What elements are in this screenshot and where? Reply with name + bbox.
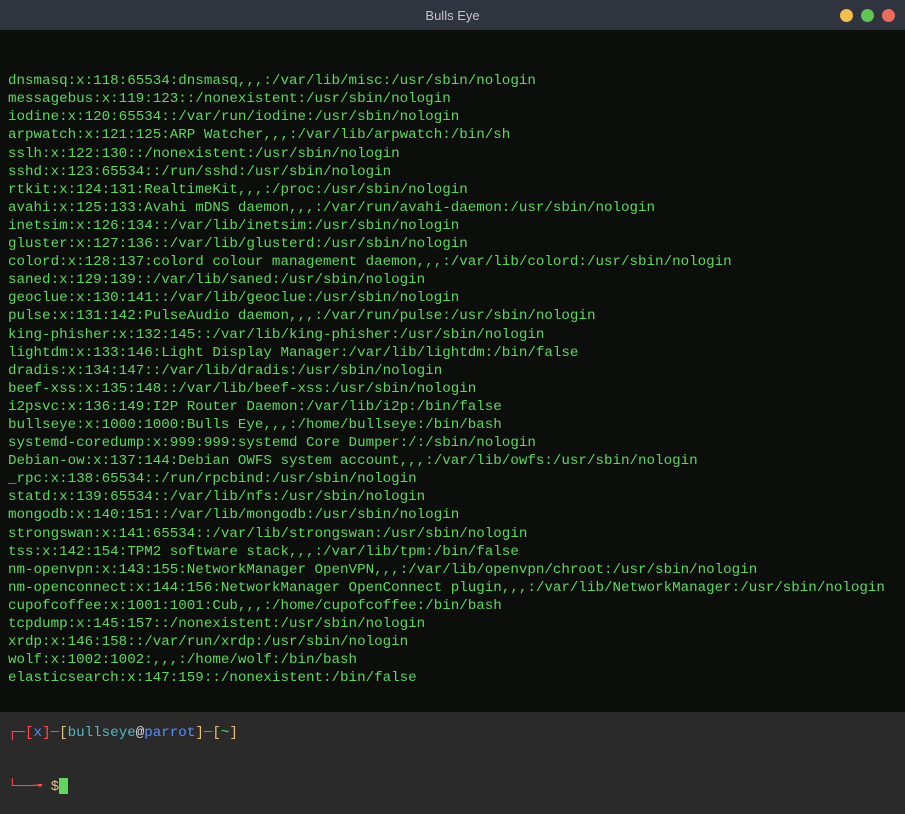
output-line: nm-openvpn:x:143:155:NetworkManager Open… [8,561,897,579]
output-line: colord:x:128:137:colord colour managemen… [8,253,897,271]
output-line: inetsim:x:126:134::/var/lib/inetsim:/usr… [8,217,897,235]
output-line: _rpc:x:138:65534::/run/rpcbind:/usr/sbin… [8,470,897,488]
output-line: lightdm:x:133:146:Light Display Manager:… [8,344,897,362]
output-line: beef-xss:x:135:148::/var/lib/beef-xss:/u… [8,380,897,398]
output-line: xrdp:x:146:158::/var/run/xrdp:/usr/sbin/… [8,633,897,651]
output-line: messagebus:x:119:123::/nonexistent:/usr/… [8,90,897,108]
output-line: king-phisher:x:132:145::/var/lib/king-ph… [8,326,897,344]
cursor [59,778,68,794]
minimize-button[interactable] [840,9,853,22]
terminal-body[interactable]: dnsmasq:x:118:65534:dnsmasq,,,:/var/lib/… [0,30,905,712]
output-line: gluster:x:127:136::/var/lib/glusterd:/us… [8,235,897,253]
terminal-output: dnsmasq:x:118:65534:dnsmasq,,,:/var/lib/… [8,72,897,687]
output-line: sslh:x:122:130::/nonexistent:/usr/sbin/n… [8,145,897,163]
titlebar: Bulls Eye [0,0,905,30]
output-line: saned:x:129:139::/var/lib/saned:/usr/sbi… [8,271,897,289]
output-line: bullseye:x:1000:1000:Bulls Eye,,,:/home/… [8,416,897,434]
prompt-line-1: ┌─[x]─[bullseye@parrot]─[~] [8,724,897,742]
output-line: systemd-coredump:x:999:999:systemd Core … [8,434,897,452]
output-line: pulse:x:131:142:PulseAudio daemon,,,:/va… [8,307,897,325]
close-button[interactable] [882,9,895,22]
output-line: nm-openconnect:x:144:156:NetworkManager … [8,579,897,597]
output-line: rtkit:x:124:131:RealtimeKit,,,:/proc:/us… [8,181,897,199]
output-line: sshd:x:123:65534::/run/sshd:/usr/sbin/no… [8,163,897,181]
output-line: mongodb:x:140:151::/var/lib/mongodb:/usr… [8,506,897,524]
output-line: dradis:x:134:147::/var/lib/dradis:/usr/s… [8,362,897,380]
window-controls [840,9,895,22]
output-line: tcpdump:x:145:157::/nonexistent:/usr/sbi… [8,615,897,633]
output-line: arpwatch:x:121:125:ARP Watcher,,,:/var/l… [8,126,897,144]
output-line: geoclue:x:130:141::/var/lib/geoclue:/usr… [8,289,897,307]
output-line: statd:x:139:65534::/var/lib/nfs:/usr/sbi… [8,488,897,506]
output-line: wolf:x:1002:1002:,,,:/home/wolf:/bin/bas… [8,651,897,669]
prompt-line-2: └──╼ $ [8,778,897,796]
output-line: avahi:x:125:133:Avahi mDNS daemon,,,:/va… [8,199,897,217]
output-line: cupofcoffee:x:1001:1001:Cub,,,:/home/cup… [8,597,897,615]
output-line: dnsmasq:x:118:65534:dnsmasq,,,:/var/lib/… [8,72,897,90]
maximize-button[interactable] [861,9,874,22]
output-line: i2psvc:x:136:149:I2P Router Daemon:/var/… [8,398,897,416]
output-line: iodine:x:120:65534::/var/run/iodine:/usr… [8,108,897,126]
output-line: Debian-ow:x:137:144:Debian OWFS system a… [8,452,897,470]
output-line: tss:x:142:154:TPM2 software stack,,,:/va… [8,543,897,561]
output-line: elasticsearch:x:147:159::/nonexistent:/b… [8,669,897,687]
window-title: Bulls Eye [425,8,479,23]
output-line: strongswan:x:141:65534::/var/lib/strongs… [8,525,897,543]
